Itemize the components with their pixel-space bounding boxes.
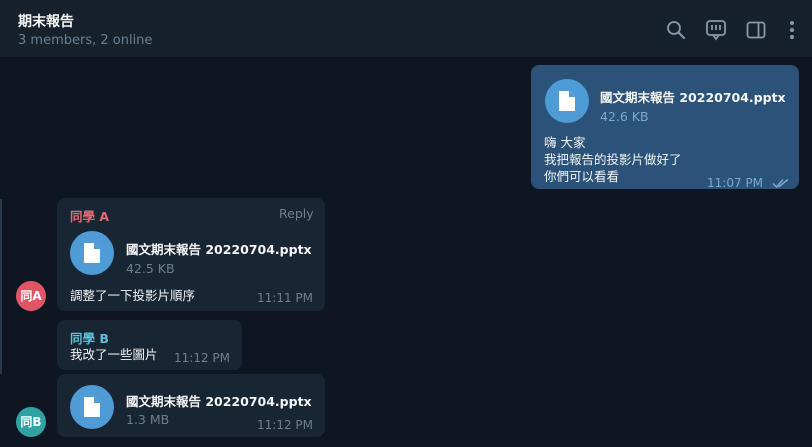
file-download-icon[interactable] bbox=[545, 79, 589, 123]
reply-button[interactable]: Reply bbox=[279, 206, 314, 221]
message-line: 我把報告的投影片做好了 bbox=[544, 152, 682, 167]
chat-title[interactable]: 期末報告 bbox=[18, 11, 74, 31]
file-download-icon[interactable] bbox=[70, 231, 114, 275]
avatar[interactable]: 同A bbox=[16, 281, 46, 311]
file-size: 42.6 KB bbox=[600, 109, 649, 124]
discussion-icon[interactable] bbox=[705, 19, 727, 41]
message-time: 11:12 PM bbox=[174, 351, 230, 365]
file-size: 42.5 KB bbox=[126, 261, 175, 276]
message-time: 11:07 PM bbox=[707, 176, 763, 190]
avatar[interactable]: 同B bbox=[16, 407, 46, 437]
chat-members-status: 3 members, 2 online bbox=[18, 33, 153, 48]
sender-name[interactable]: 同學 A bbox=[70, 206, 109, 225]
file-name[interactable]: 國文期末報告 20220704.pptx bbox=[126, 239, 312, 258]
sidebar-toggle-icon[interactable] bbox=[745, 19, 767, 41]
outgoing-message[interactable]: 國文期末報告 20220704.pptx 42.6 KB 嗨 大家 我把報告的投… bbox=[531, 65, 799, 190]
message-line: 你們可以看看 bbox=[544, 169, 620, 184]
file-download-icon[interactable] bbox=[70, 385, 114, 429]
file-name[interactable]: 國文期末報告 20220704.pptx bbox=[126, 391, 312, 410]
message-line: 嗨 大家 bbox=[544, 135, 586, 150]
search-icon[interactable] bbox=[665, 19, 687, 41]
more-vertical-icon[interactable] bbox=[781, 19, 801, 41]
file-name[interactable]: 國文期末報告 20220704.pptx bbox=[600, 87, 786, 106]
chat-header: 期末報告 3 members, 2 online bbox=[0, 0, 812, 58]
incoming-message[interactable]: 國文期末報告 20220704.pptx 1.3 MB 11:12 PM bbox=[57, 374, 325, 437]
incoming-message[interactable]: 同學 B 我改了一些圖片 11:12 PM bbox=[57, 320, 242, 370]
message-text: 我改了一些圖片 bbox=[70, 347, 158, 362]
message-time: 11:12 PM bbox=[257, 418, 313, 432]
scroll-indicator bbox=[0, 199, 2, 374]
file-size: 1.3 MB bbox=[126, 412, 170, 427]
sender-name[interactable]: 同學 B bbox=[70, 328, 109, 347]
incoming-message[interactable]: 同學 A Reply 國文期末報告 20220704.pptx 42.5 KB … bbox=[57, 198, 325, 311]
double-check-icon bbox=[772, 178, 789, 189]
message-time: 11:11 PM bbox=[257, 291, 313, 305]
message-text: 調整了一下投影片順序 bbox=[70, 288, 196, 303]
message-list[interactable]: 國文期末報告 20220704.pptx 42.6 KB 嗨 大家 我把報告的投… bbox=[0, 59, 812, 447]
